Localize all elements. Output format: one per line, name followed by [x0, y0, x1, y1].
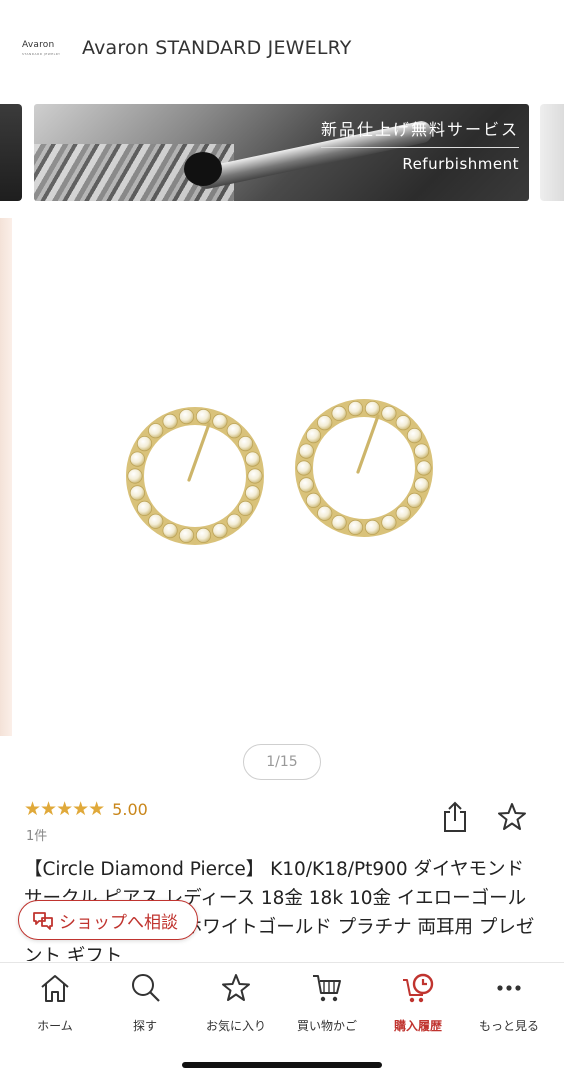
- shop-consult-button[interactable]: ショップへ相談: [18, 900, 198, 940]
- diamond-stone: [416, 460, 432, 476]
- banner-brush-image: [184, 152, 222, 186]
- diamond-stone: [298, 477, 314, 493]
- product-image[interactable]: [24, 218, 564, 736]
- diamond-stone: [413, 443, 430, 459]
- diamond-stone: [331, 405, 347, 421]
- shop-logo[interactable]: Avaron STANDARD JEWELRY: [22, 36, 72, 60]
- right-earring: [295, 399, 433, 537]
- home-icon: [41, 975, 69, 1002]
- shop-name[interactable]: Avaron STANDARD JEWELRY: [82, 37, 352, 59]
- earring-post: [356, 414, 380, 474]
- diamond-stone: [178, 527, 195, 543]
- diamond-stone: [212, 413, 228, 429]
- nav-search[interactable]: 探す: [100, 971, 190, 1037]
- search-icon: [132, 974, 160, 1002]
- diamond-stone: [347, 401, 364, 417]
- banner-next-slide[interactable]: [540, 104, 564, 201]
- diamond-stone: [317, 415, 333, 431]
- banner-title: 新品仕上げ無料サービス: [320, 120, 519, 139]
- more-icon: [497, 985, 521, 991]
- diamond-stone: [247, 468, 263, 484]
- banner-divider: [320, 147, 519, 148]
- nav-purchase-history[interactable]: 購入履歴: [373, 971, 463, 1037]
- nav-label: お気に入り: [205, 1019, 266, 1033]
- diamond-stone: [226, 423, 242, 439]
- diamond-stone: [136, 436, 153, 452]
- rating-value: 5.00: [112, 799, 148, 819]
- review-count[interactable]: 1件: [26, 825, 47, 844]
- star-outline-icon: [498, 803, 526, 830]
- diamond-stone: [395, 415, 411, 431]
- diamond-stone: [237, 436, 254, 452]
- diamond-stone: [381, 405, 397, 421]
- diamond-stone: [212, 522, 228, 539]
- diamond-stone: [237, 500, 254, 516]
- diamond-stone: [129, 451, 146, 467]
- diamond-stone: [195, 409, 212, 425]
- chat-icon: [33, 912, 53, 930]
- diamond-stone: [162, 413, 178, 429]
- diamond-stone: [162, 522, 178, 539]
- diamond-stone: [317, 505, 333, 521]
- diamond-stone: [226, 513, 242, 529]
- diamond-stone: [347, 519, 364, 535]
- diamond-stone: [129, 485, 146, 501]
- diamond-stone: [364, 519, 381, 535]
- nav-cart[interactable]: 買い物かご: [282, 971, 372, 1037]
- banner-text: 新品仕上げ無料サービス Refurbishment: [320, 116, 519, 173]
- nav-label: もっと見る: [478, 1019, 539, 1033]
- diamond-stone: [296, 460, 312, 476]
- earrings-illustration: [126, 399, 433, 545]
- refurbishment-banner[interactable]: 新品仕上げ無料サービス Refurbishment: [34, 104, 529, 201]
- diamond-stone: [395, 505, 411, 521]
- nav-label: 買い物かご: [296, 1019, 357, 1033]
- left-earring: [126, 407, 264, 545]
- diamond-stone: [406, 428, 423, 444]
- header: Avaron STANDARD JEWELRY Avaron STANDARD …: [0, 0, 564, 96]
- diamond-stone: [406, 492, 423, 508]
- star-icon: [222, 974, 250, 1001]
- nav-home[interactable]: ホーム: [10, 971, 100, 1037]
- diamond-stone: [381, 514, 397, 531]
- diamond-stone: [148, 513, 164, 529]
- nav-label: 購入履歴: [393, 1019, 442, 1033]
- share-icon: [444, 801, 466, 832]
- diamond-stone: [127, 468, 143, 484]
- diamond-stone: [136, 500, 153, 516]
- logo-text: Avaron: [22, 40, 55, 50]
- diamond-stone: [413, 477, 430, 493]
- banner-subtitle: Refurbishment: [402, 155, 519, 173]
- shop-consult-label: ショップへ相談: [59, 912, 178, 933]
- earring-post: [187, 422, 211, 482]
- diamond-stone: [298, 443, 314, 459]
- history-cart-icon: [403, 973, 434, 1003]
- diamond-stone: [305, 492, 322, 508]
- diamond-stone: [305, 428, 322, 444]
- nav-label: 探す: [132, 1019, 157, 1033]
- nav-favorites[interactable]: お気に入り: [191, 971, 281, 1037]
- gallery-previous-image[interactable]: [0, 218, 12, 736]
- diamond-stone: [178, 409, 195, 425]
- favorite-button[interactable]: [496, 800, 528, 834]
- nav-more[interactable]: もっと見る: [464, 971, 554, 1037]
- diamond-stone: [245, 485, 261, 501]
- diamond-stone: [195, 527, 212, 543]
- banner-previous-slide[interactable]: [0, 104, 22, 201]
- diamond-stone: [148, 423, 164, 439]
- cart-icon: [313, 975, 341, 1002]
- rating[interactable]: ★★★★★ 5.00: [24, 798, 148, 820]
- diamond-stone: [331, 514, 347, 531]
- diamond-stone: [245, 451, 261, 467]
- logo-subtext: STANDARD JEWELRY: [22, 52, 61, 56]
- gallery-page-indicator: 1/15: [243, 744, 321, 780]
- share-button[interactable]: [440, 800, 470, 834]
- diamond-stone: [364, 401, 381, 417]
- nav-label: ホーム: [37, 1019, 73, 1033]
- rating-stars: ★★★★★: [24, 798, 105, 820]
- home-indicator[interactable]: [182, 1062, 382, 1068]
